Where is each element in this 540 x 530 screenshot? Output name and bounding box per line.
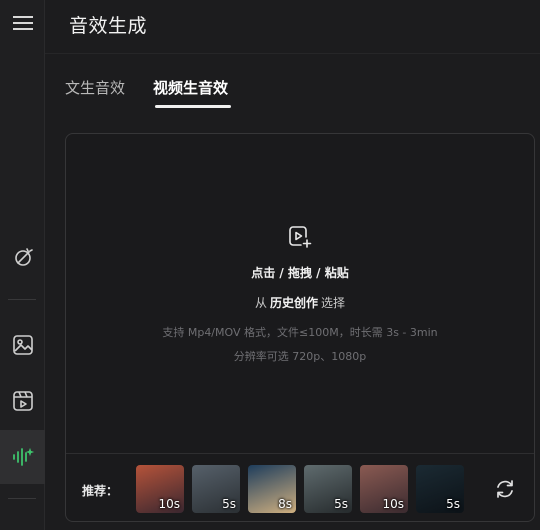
thumbnail-duration: 5s [222, 497, 236, 511]
history-suffix: 选择 [321, 296, 346, 310]
video-icon[interactable] [0, 378, 45, 423]
recommend-label: 推荐： [82, 484, 119, 498]
magic-edit-icon[interactable] [0, 234, 45, 279]
sidebar-divider [8, 299, 36, 300]
format-hint: 支持 Mp4/MOV 格式，文件≤100M，时长需 3s - 3min [162, 326, 438, 339]
history-creation-link[interactable]: 历史创作 [270, 296, 318, 310]
video-add-icon [287, 224, 313, 250]
tab-video-to-sound[interactable]: 视频生音效 [153, 77, 228, 98]
history-prefix: 从 [254, 296, 267, 310]
recommend-thumbnail[interactable]: 8s [248, 465, 296, 513]
recommend-thumbnail[interactable]: 10s [136, 465, 184, 513]
thumbnail-duration: 5s [334, 497, 348, 511]
page-title: 音效生成 [69, 15, 148, 37]
recommend-thumbnail[interactable]: 5s [416, 465, 464, 513]
tab-text-to-sound[interactable]: 文生音效 [65, 77, 125, 98]
audio-wave-icon[interactable] [0, 430, 45, 484]
upload-dropzone[interactable]: 点击 / 拖拽 / 粘贴 从历史创作 选择 支持 Mp4/MOV 格式，文件≤10… [66, 134, 534, 454]
recommend-thumbnail[interactable]: 10s [360, 465, 408, 513]
active-tab-indicator [155, 105, 231, 108]
recommend-thumbnail[interactable]: 5s [192, 465, 240, 513]
thumbnail-duration: 5s [446, 497, 460, 511]
upload-card: 点击 / 拖拽 / 粘贴 从历史创作 选择 支持 Mp4/MOV 格式，文件≤10… [65, 133, 535, 522]
page-header: 音效生成 [45, 0, 540, 54]
history-select-line: 从历史创作 选择 [66, 294, 534, 311]
thumbnail-duration: 10s [158, 497, 180, 511]
recommend-bar: 推荐： 10s 5s 8s 5s 10s 5s [66, 453, 534, 521]
sidebar [0, 0, 45, 530]
sidebar-divider [8, 498, 36, 499]
refresh-icon[interactable] [494, 478, 516, 500]
upload-instruction: 点击 / 拖拽 / 粘贴 [251, 266, 349, 280]
thumbnail-duration: 10s [382, 497, 404, 511]
image-icon[interactable] [0, 322, 45, 367]
thumbnail-duration: 8s [278, 497, 292, 511]
hamburger-menu-icon[interactable] [0, 0, 45, 45]
resolution-hint: 分辨率可选 720p、1080p [233, 350, 367, 363]
recommend-thumbnail[interactable]: 5s [304, 465, 352, 513]
